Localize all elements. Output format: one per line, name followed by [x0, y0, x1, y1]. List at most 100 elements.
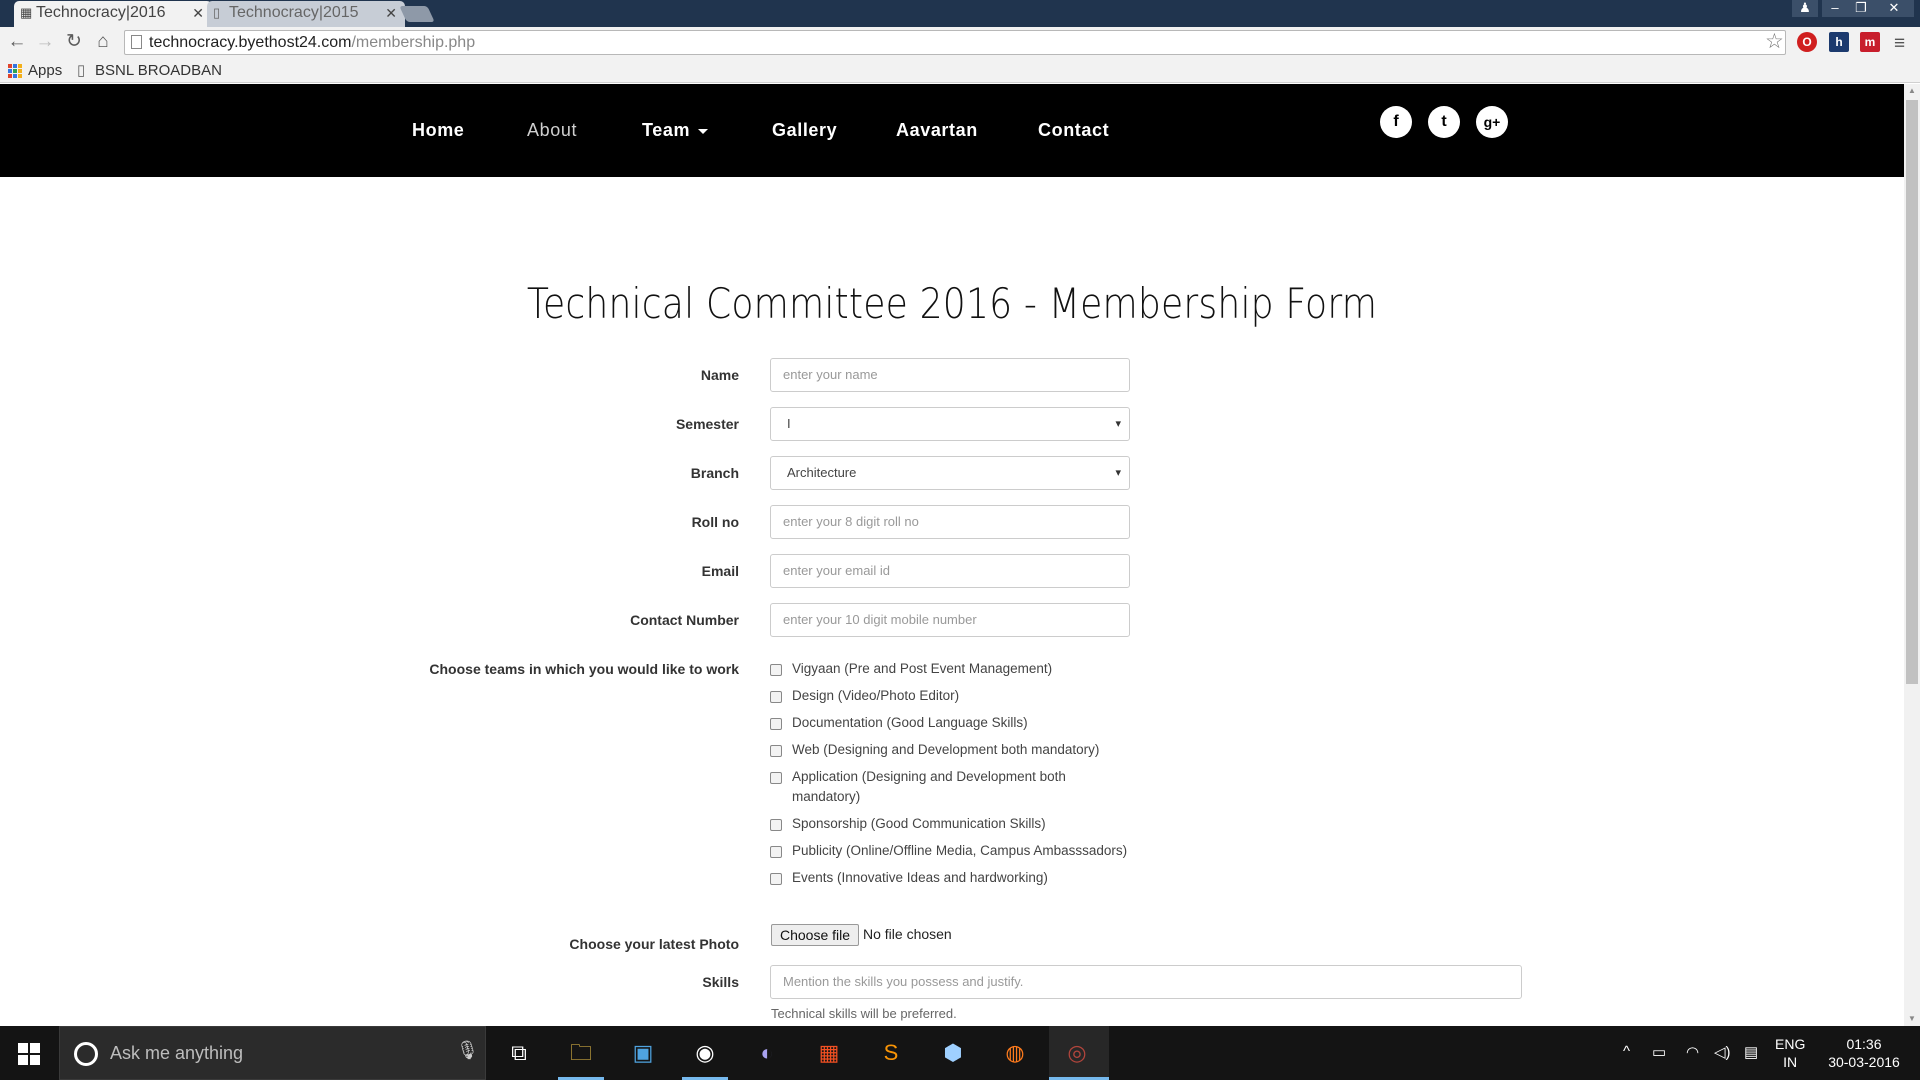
browser-toolbar: ← → ↻ ⌂ technocracy.byethost24.com/membe… [0, 27, 1920, 59]
tab-title: Technocracy|2015 [229, 4, 359, 21]
virtualbox-icon[interactable]: ⬢ [934, 1034, 972, 1072]
choose-file-button[interactable]: Choose file [771, 924, 860, 946]
team-option[interactable]: Design (Video/Photo Editor) [770, 686, 1130, 706]
team-option-label: Sponsorship (Good Communication Skills) [792, 816, 1046, 831]
team-option[interactable]: Application (Designing and Development b… [770, 767, 1130, 807]
nav-home[interactable]: Home [412, 118, 464, 142]
sublime-text-icon[interactable]: S [872, 1034, 910, 1072]
teams-checkbox-group: Vigyaan (Pre and Post Event Management) … [770, 659, 1130, 895]
dropdown-caret-icon [698, 128, 709, 134]
system-clock[interactable]: 01:36 30-03-2016 [1820, 1035, 1908, 1071]
clock-date: 30-03-2016 [1828, 1054, 1900, 1070]
file-explorer-icon[interactable]: 🗀 [562, 1034, 600, 1072]
semester-label: Semester [675, 416, 739, 432]
outlook-icon[interactable]: ▣ [624, 1034, 662, 1072]
skills-input[interactable]: Mention the skills you possess and justi… [770, 965, 1522, 999]
team-option-label: Documentation (Good Language Skills) [792, 715, 1028, 730]
hoot-extension-icon[interactable]: h [1829, 32, 1849, 52]
nav-aavartan[interactable]: Aavartan [896, 118, 978, 142]
tab-technocracy-2016[interactable]: ▦ Technocracy|2016 ✕ [14, 1, 212, 27]
team-option-label: Vigyaan (Pre and Post Event Management) [792, 661, 1053, 676]
reload-icon[interactable]: ↻ [63, 31, 85, 53]
checkbox[interactable] [770, 772, 782, 784]
task-view-icon[interactable]: ⧉ [500, 1034, 538, 1072]
email-input[interactable]: enter your email id [770, 554, 1130, 588]
page-info-icon[interactable] [131, 35, 142, 49]
battery-icon[interactable]: ▭ [1652, 1043, 1666, 1061]
branch-select[interactable]: Architecture [770, 456, 1130, 490]
team-option-label: Web (Designing and Development both mand… [792, 742, 1100, 757]
mail-extension-icon[interactable]: m [1860, 32, 1880, 52]
address-bar[interactable]: technocracy.byethost24.com/membership.ph… [124, 30, 1786, 55]
page-scrollbar[interactable]: ▲ ▼ [1904, 84, 1920, 1026]
tab-technocracy-2015[interactable]: ▯ Technocracy|2015 ✕ [207, 1, 405, 27]
semester-select[interactable]: I [770, 407, 1130, 441]
team-option-label: Events (Innovative Ideas and hardworking… [792, 870, 1048, 885]
checkbox[interactable] [770, 664, 782, 676]
nav-team[interactable]: Team [642, 118, 709, 142]
checkbox[interactable] [770, 718, 782, 730]
tray-overflow-chevron-icon[interactable]: ^ [1623, 1043, 1630, 1060]
bookmark-page-icon: ▯ [77, 62, 86, 79]
roll-label: Roll no [691, 514, 739, 530]
team-option[interactable]: Events (Innovative Ideas and hardworking… [770, 868, 1130, 888]
chrome-menu-icon[interactable]: ≡ [1894, 33, 1905, 55]
checkbox[interactable] [770, 745, 782, 757]
bookmark-bsnl[interactable]: BSNL BROADBAN [95, 61, 222, 81]
back-arrow-icon[interactable]: ← [6, 31, 28, 53]
tab-close-icon[interactable]: ✕ [192, 1, 204, 25]
nav-gallery[interactable]: Gallery [772, 118, 837, 142]
search-placeholder: Ask me anything [110, 1043, 244, 1063]
nav-team-label: Team [642, 120, 691, 140]
scroll-down-icon[interactable]: ▼ [1904, 1012, 1920, 1026]
nav-about[interactable]: About [527, 118, 577, 142]
restore-icon[interactable]: ❐ [1848, 0, 1874, 17]
groove-music-icon[interactable]: ◉ [686, 1034, 724, 1072]
nav-contact[interactable]: Contact [1038, 118, 1109, 142]
volume-icon[interactable]: ◁) [1714, 1043, 1731, 1061]
checkbox[interactable] [770, 691, 782, 703]
action-center-icon[interactable]: ▤ [1744, 1043, 1758, 1061]
wifi-icon[interactable]: ◠ [1686, 1043, 1699, 1061]
user-icon[interactable]: ♟ [1792, 0, 1818, 17]
input-language[interactable]: ENG IN [1775, 1035, 1805, 1071]
scroll-thumb[interactable] [1906, 100, 1918, 684]
eclipse-icon[interactable]: ◐ [748, 1034, 786, 1072]
windows-start-icon[interactable] [18, 1043, 40, 1065]
team-option[interactable]: Web (Designing and Development both mand… [770, 740, 1130, 760]
scroll-up-icon[interactable]: ▲ [1904, 84, 1920, 98]
opera-extension-icon[interactable]: O [1797, 32, 1817, 52]
page-favicon-icon: ▯ [213, 5, 221, 20]
twitter-icon[interactable]: t [1428, 106, 1460, 138]
photo-label: Choose your latest Photo [569, 936, 739, 952]
bookmark-star-icon[interactable]: ☆ [1765, 29, 1784, 54]
close-window-icon[interactable]: ✕ [1874, 0, 1914, 17]
firefox-icon[interactable]: ◍ [996, 1034, 1034, 1072]
apps-grid-icon [8, 64, 22, 78]
tab-strip: ▦ Technocracy|2016 ✕ ▯ Technocracy|2015 … [0, 0, 1920, 27]
team-option[interactable]: Vigyaan (Pre and Post Event Management) [770, 659, 1130, 679]
roll-input[interactable]: enter your 8 digit roll no [770, 505, 1130, 539]
minimize-icon[interactable]: – [1822, 0, 1848, 17]
checkbox[interactable] [770, 846, 782, 858]
name-label: Name [700, 367, 739, 383]
home-icon[interactable]: ⌂ [92, 31, 114, 53]
team-option[interactable]: Documentation (Good Language Skills) [770, 713, 1130, 733]
forward-arrow-icon[interactable]: → [34, 31, 56, 53]
microphone-icon[interactable]: 🎙 [456, 1040, 479, 1061]
google-plus-icon[interactable]: g+ [1476, 106, 1508, 138]
bookmark-apps[interactable]: Apps [28, 61, 62, 81]
team-option[interactable]: Sponsorship (Good Communication Skills) [770, 814, 1130, 834]
office-icon[interactable]: ▦ [810, 1034, 848, 1072]
name-input[interactable]: enter your name [770, 358, 1130, 392]
contact-input[interactable]: enter your 10 digit mobile number [770, 603, 1130, 637]
chrome-active-highlight [1049, 1026, 1109, 1080]
tab-close-icon[interactable]: ✕ [385, 1, 397, 25]
checkbox[interactable] [770, 873, 782, 885]
facebook-icon[interactable]: f [1380, 106, 1412, 138]
checkbox[interactable] [770, 819, 782, 831]
cortana-icon [74, 1042, 98, 1066]
cortana-search-box[interactable]: Ask me anything 🎙 [59, 1026, 486, 1080]
team-option[interactable]: Publicity (Online/Offline Media, Campus … [770, 841, 1130, 861]
email-label: Email [701, 563, 739, 579]
